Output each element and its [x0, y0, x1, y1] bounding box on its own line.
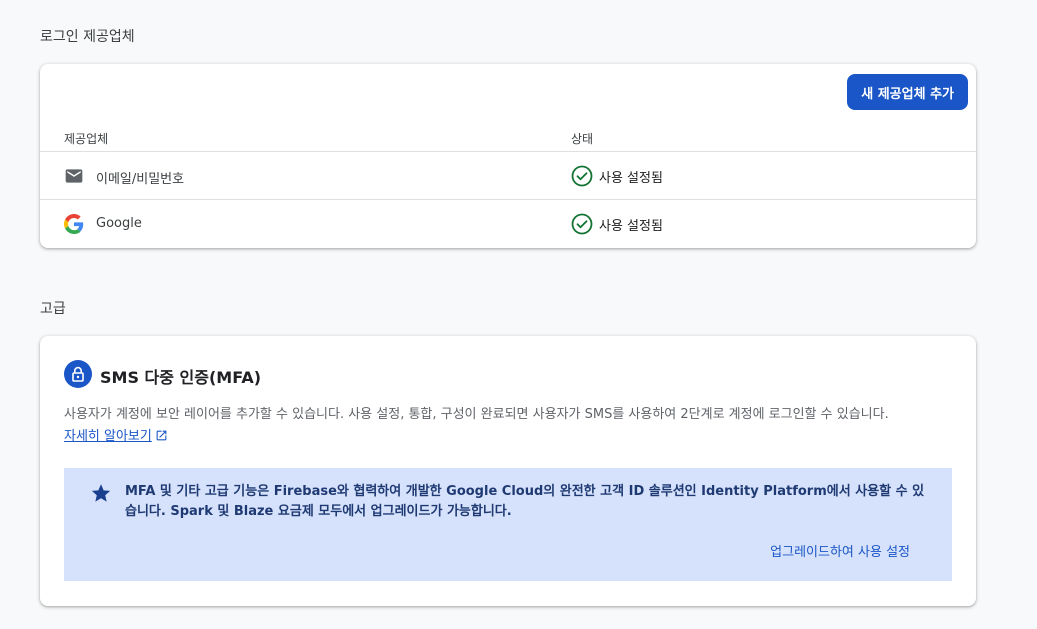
mfa-title: SMS 다중 인증(MFA): [100, 368, 262, 387]
learn-more-label: 자세히 알아보기: [64, 429, 152, 444]
table-header: 제공업체 상태: [40, 124, 976, 152]
upgrade-enable-link[interactable]: 업그레이드하여 사용 설정: [770, 541, 910, 560]
status-text: 사용 설정됨: [599, 171, 663, 186]
mail-icon: [64, 166, 84, 186]
table-row[interactable]: 이메일/비밀번호 사용 설정됨: [40, 152, 976, 200]
upgrade-notice: MFA 및 기타 고급 기능은 Firebase와 협력하여 개발한 Googl…: [64, 468, 952, 581]
google-logo-icon: [64, 214, 84, 234]
check-circle-icon: [571, 213, 593, 235]
notice-text: MFA 및 기타 고급 기능은 Firebase와 협력하여 개발한 Googl…: [125, 484, 925, 519]
star-icon: [90, 482, 112, 504]
mfa-card: SMS 다중 인증(MFA) 사용자가 계정에 보안 레이어를 추가할 수 있습…: [40, 336, 976, 606]
status-text: 사용 설정됨: [599, 219, 663, 234]
provider-name: 이메일/비밀번호: [96, 172, 185, 187]
mfa-description: 사용자가 계정에 보안 레이어를 추가할 수 있습니다. 사용 설정, 통합, …: [64, 407, 889, 422]
provider-name: Google: [96, 216, 142, 231]
learn-more-link[interactable]: 자세히 알아보기: [64, 425, 168, 444]
add-provider-button[interactable]: 새 제공업체 추가: [847, 74, 968, 110]
section-title-advanced: 고급: [40, 301, 66, 317]
external-link-icon: [156, 430, 167, 441]
column-header-provider[interactable]: 제공업체: [64, 130, 108, 147]
table-row[interactable]: Google 사용 설정됨: [40, 200, 976, 248]
column-header-status[interactable]: 상태: [571, 130, 593, 147]
section-title-login-providers: 로그인 제공업체: [40, 29, 135, 45]
login-providers-card: 새 제공업체 추가 제공업체 상태 이메일/비밀번호 사용 설정됨 Google…: [40, 64, 976, 248]
lock-icon: [64, 360, 92, 388]
check-circle-icon: [571, 165, 593, 187]
